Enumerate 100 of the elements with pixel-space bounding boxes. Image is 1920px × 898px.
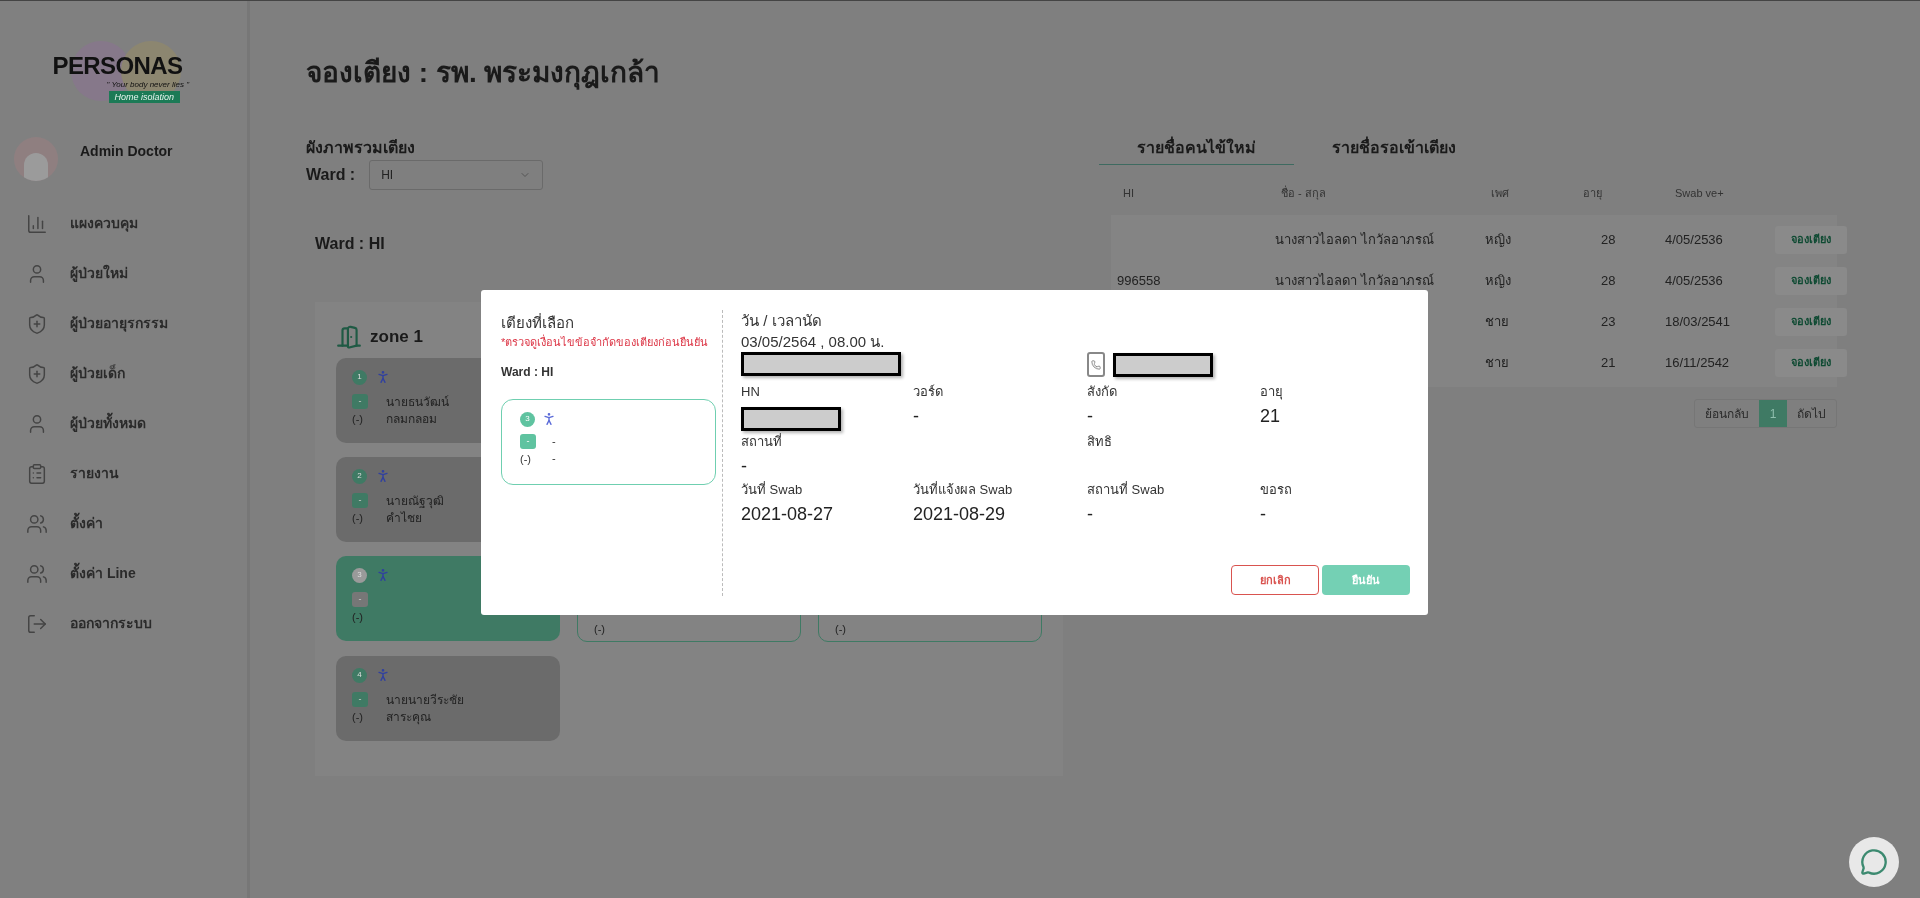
table-cell-text: ชาย <box>1485 312 1510 331</box>
avatar <box>14 137 58 181</box>
patient-surname: กลมกลอม <box>386 411 438 428</box>
page-title: จองเตียง : รพ. พระมงกุฎเกล้า <box>306 56 662 92</box>
ward-label: Ward : <box>306 165 356 185</box>
table-cell-text: 16/11/2542 <box>1665 353 1731 372</box>
nav-item[interactable]: แผงควบคุม <box>26 209 247 238</box>
book-bed-button[interactable]: จองเตียง <box>1775 307 1847 336</box>
field-label: สิทธิ <box>1087 433 1113 451</box>
nav-item[interactable]: ออกจากระบบ <box>26 609 247 638</box>
field-value: 21 <box>1260 405 1282 428</box>
column-header: เพศ <box>1491 185 1510 201</box>
bed-code: (-) <box>352 511 363 526</box>
bed-number: 4 <box>352 667 367 683</box>
table-cell-text: 28 <box>1600 230 1617 249</box>
nav-icon <box>26 512 48 535</box>
logo-badge: Home isolation <box>108 91 181 103</box>
ward-heading: Ward : HI <box>315 234 386 254</box>
field-label: สถานที่ Swab <box>1087 481 1166 499</box>
field-value: 2021-08-29 <box>913 503 1007 526</box>
status-badge: - <box>352 692 368 707</box>
nav-item[interactable]: ตั้งค่า Line <box>26 559 247 588</box>
logo-tagline: " Your body never lies " <box>106 80 189 90</box>
nav-item[interactable]: รายงาน <box>26 459 247 488</box>
table-cell-text: 23 <box>1600 312 1617 331</box>
bed-code: (-) <box>352 412 363 427</box>
logo-title: PERSONAS <box>52 53 183 79</box>
nav-icon <box>26 312 48 335</box>
table-cell-text: หญิง <box>1485 230 1512 249</box>
table-cell-text: 996558 <box>1117 271 1162 290</box>
chat-icon <box>1860 848 1888 876</box>
warning-text: *ตรวจดูเงื่อนไขข้อจำกัดของเตียงก่อนยืนยัน <box>501 334 710 350</box>
person-icon <box>375 467 391 485</box>
user-name: Admin Doctor <box>80 142 173 161</box>
bed-number: 2 <box>352 468 367 484</box>
book-bed-button[interactable]: จองเตียง <box>1775 348 1847 377</box>
table-cell-text: นางสาวไอลดา ไกวัลอาภรณ์ <box>1275 271 1435 290</box>
table-cell-text: 21 <box>1600 353 1617 372</box>
column-header: Swab ve+ <box>1675 185 1725 201</box>
table-cell-text: 18/03/2541 <box>1665 312 1732 331</box>
field-value: - <box>741 455 748 478</box>
status-badge: - <box>352 394 368 409</box>
table-cell-text: หญิง <box>1485 271 1512 290</box>
table-cell-text: ชาย <box>1485 353 1510 372</box>
tab[interactable]: รายชื่อรอเข้าเตียง <box>1294 131 1494 165</box>
field-value: 2021-08-27 <box>741 503 835 526</box>
chat-button[interactable] <box>1849 837 1899 887</box>
patient-surname: คำไชย <box>386 510 423 527</box>
field-value: - <box>1260 503 1267 526</box>
nav-item[interactable]: ตั้งค่า <box>26 509 247 538</box>
table-cell-text: 4/05/2536 <box>1665 230 1724 249</box>
next-page-button[interactable]: ถัดไป <box>1787 400 1836 427</box>
table-cell-text: 28 <box>1600 271 1617 290</box>
tab[interactable]: รายชื่อคนไข้ใหม่ <box>1099 131 1294 165</box>
field-value: - <box>913 405 920 428</box>
nav-item[interactable]: ผู้ป่วยทั้งหมด <box>26 409 247 438</box>
cancel-button[interactable]: ยกเลิก <box>1231 565 1319 595</box>
bed-card[interactable]: 4 - (-) นายนายวีระชัย สาระคุณ <box>336 656 560 741</box>
prev-page-button[interactable]: ย้อนกลับ <box>1695 400 1759 427</box>
table-cell-text: 4/05/2536 <box>1665 271 1724 290</box>
person-icon <box>375 566 391 584</box>
status-badge: - <box>352 493 368 508</box>
field-label: HN <box>741 383 761 401</box>
ward-text: Ward : HI <box>501 364 555 381</box>
ward-select[interactable]: HI <box>369 160 544 190</box>
status-badge: - <box>352 592 368 607</box>
bed-code: (-) <box>835 621 846 637</box>
appointment-time: 03/05/2564 , 08.00 น. <box>741 332 886 352</box>
nav-icon <box>26 462 48 485</box>
nav-icon <box>26 562 48 585</box>
field-label: วอร์ด <box>913 383 944 401</box>
nav-item[interactable]: ผู้ป่วยเด็ก <box>26 359 247 388</box>
field-label: อายุ <box>1260 383 1284 401</box>
field-label: สังกัด <box>1087 383 1118 401</box>
column-header: อายุ <box>1583 185 1603 202</box>
nav-icon <box>26 612 48 635</box>
book-bed-button[interactable]: จองเตียง <box>1775 266 1847 295</box>
bed-number: 3 <box>520 411 535 427</box>
person-icon <box>375 368 391 386</box>
person-icon <box>375 666 391 684</box>
bed-code: (-) <box>352 610 363 625</box>
nav-item[interactable]: ผู้ป่วยใหม่ <box>26 259 247 288</box>
page-button[interactable]: 1 <box>1759 400 1787 427</box>
field-label: วันที่ Swab <box>741 481 804 499</box>
nav-icon <box>26 212 48 235</box>
field-label: วัน / เวลานัด <box>741 311 823 331</box>
bed-number: 1 <box>352 369 367 385</box>
bed-code: (-) <box>352 710 363 725</box>
patient-name: นายธนวัฒน์ <box>386 394 449 411</box>
phone-icon <box>1087 352 1105 377</box>
book-bed-button[interactable]: จองเตียง <box>1775 225 1847 254</box>
person-icon <box>541 410 557 428</box>
zone-title: zone 1 <box>370 326 423 349</box>
confirm-button[interactable]: ยืนยัน <box>1322 565 1410 595</box>
status-badge: - <box>520 434 536 449</box>
nav-item[interactable]: ผู้ป่วยอายุรกรรม <box>26 309 247 338</box>
field-label: ขอรถ <box>1260 481 1293 499</box>
nav-icon <box>26 362 48 385</box>
door-icon <box>336 324 362 350</box>
column-header: HI <box>1123 185 1135 201</box>
